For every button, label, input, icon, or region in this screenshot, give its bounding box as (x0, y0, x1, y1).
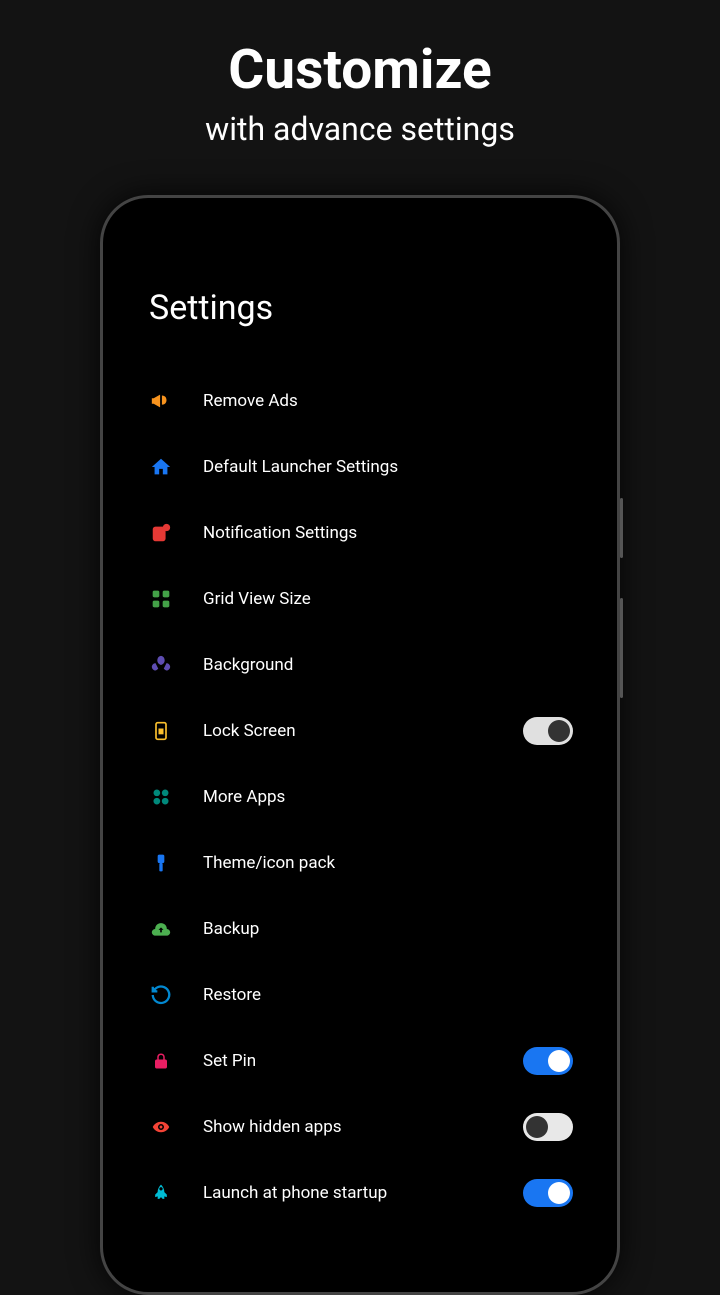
settings-item-grid-view[interactable]: Grid View Size (141, 566, 579, 632)
pin-lock-icon (147, 1047, 175, 1075)
hero-title: Customize (0, 0, 720, 102)
item-label: Default Launcher Settings (203, 457, 573, 477)
lock-icon (147, 717, 175, 745)
brush-icon (147, 849, 175, 877)
item-label: Remove Ads (203, 391, 573, 411)
set-pin-toggle[interactable] (523, 1047, 573, 1075)
item-label: Notification Settings (203, 523, 573, 543)
settings-item-show-hidden[interactable]: Show hidden apps (141, 1094, 579, 1160)
item-label: More Apps (203, 787, 573, 807)
settings-item-remove-ads[interactable]: Remove Ads (141, 368, 579, 434)
item-label: Backup (203, 919, 573, 939)
notification-icon (147, 519, 175, 547)
flower-icon (147, 651, 175, 679)
item-label: Set Pin (203, 1051, 523, 1071)
settings-item-set-pin[interactable]: Set Pin (141, 1028, 579, 1094)
home-icon (147, 453, 175, 481)
phone-screen: Settings Remove Ads Default Launcher Set… (113, 208, 607, 1282)
item-label: Lock Screen (203, 721, 523, 741)
item-label: Grid View Size (203, 589, 573, 609)
page-title: Settings (141, 288, 579, 328)
show-hidden-toggle[interactable] (523, 1113, 573, 1141)
settings-item-theme[interactable]: Theme/icon pack (141, 830, 579, 896)
item-label: Restore (203, 985, 573, 1005)
settings-item-restore[interactable]: Restore (141, 962, 579, 1028)
phone-side-button (620, 498, 623, 558)
settings-item-more-apps[interactable]: More Apps (141, 764, 579, 830)
rocket-icon (147, 1179, 175, 1207)
phone-side-button (620, 598, 623, 698)
settings-item-notification[interactable]: Notification Settings (141, 500, 579, 566)
item-label: Launch at phone startup (203, 1183, 523, 1203)
settings-item-launch-startup[interactable]: Launch at phone startup (141, 1160, 579, 1226)
settings-item-backup[interactable]: Backup (141, 896, 579, 962)
phone-frame: Settings Remove Ads Default Launcher Set… (100, 195, 620, 1295)
eye-icon (147, 1113, 175, 1141)
megaphone-icon (147, 387, 175, 415)
settings-item-default-launcher[interactable]: Default Launcher Settings (141, 434, 579, 500)
item-label: Background (203, 655, 573, 675)
launch-startup-toggle[interactable] (523, 1179, 573, 1207)
item-label: Show hidden apps (203, 1117, 523, 1137)
lock-screen-toggle[interactable] (523, 717, 573, 745)
apps-icon (147, 783, 175, 811)
item-label: Theme/icon pack (203, 853, 573, 873)
restore-icon (147, 981, 175, 1009)
settings-list: Remove Ads Default Launcher Settings Not… (141, 368, 579, 1226)
hero-subtitle: with advance settings (0, 110, 720, 148)
cloud-up-icon (147, 915, 175, 943)
settings-item-background[interactable]: Background (141, 632, 579, 698)
grid-icon (147, 585, 175, 613)
settings-item-lock-screen[interactable]: Lock Screen (141, 698, 579, 764)
